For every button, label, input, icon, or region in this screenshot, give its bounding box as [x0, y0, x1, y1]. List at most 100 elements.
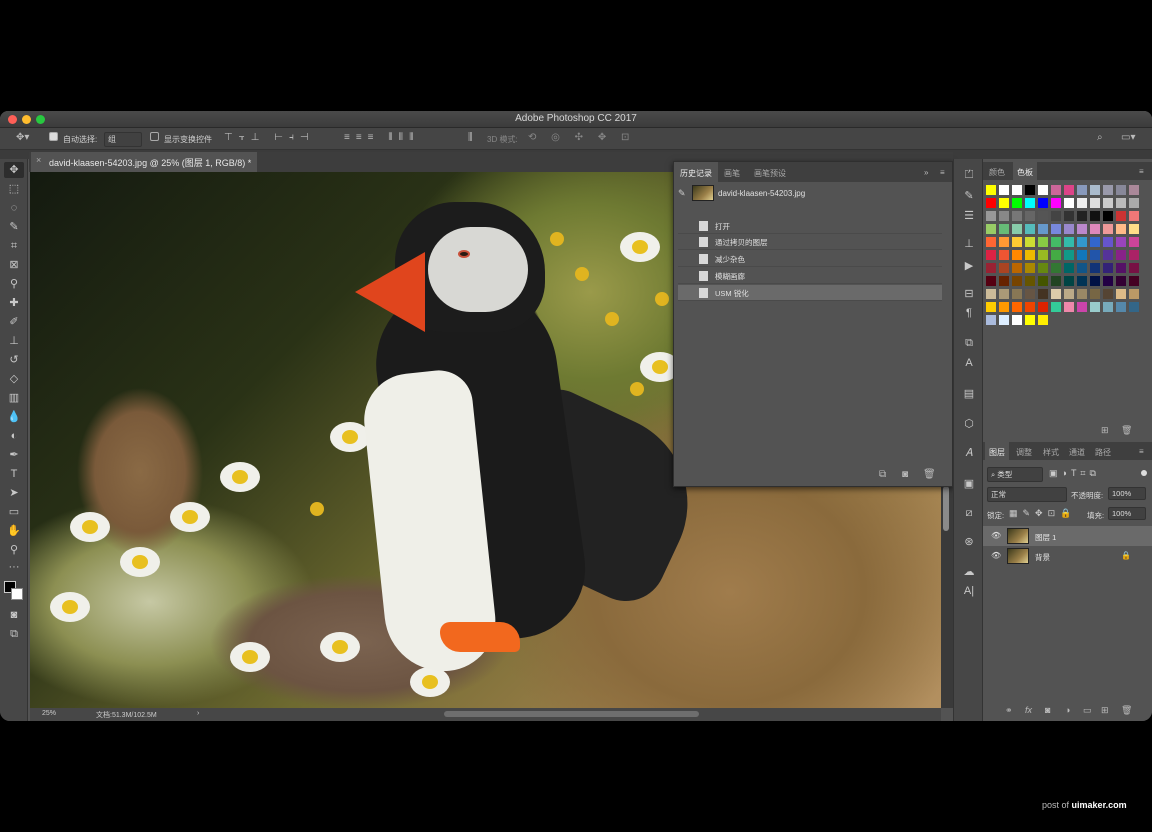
frame-icon[interactable]: ⊠: [4, 257, 24, 273]
color-swatch[interactable]: [1116, 250, 1126, 260]
tab-adjustments[interactable]: 调整: [1016, 442, 1032, 460]
move-tool-preset-icon[interactable]: ✥▾: [16, 132, 29, 143]
color-swatch[interactable]: [1090, 263, 1100, 273]
close-tab-icon[interactable]: ×: [36, 155, 41, 165]
color-swatch[interactable]: [1012, 250, 1022, 260]
color-swatch[interactable]: [1090, 237, 1100, 247]
color-swatch[interactable]: [1129, 185, 1139, 195]
pen-icon[interactable]: ✒: [4, 447, 24, 463]
color-swatch[interactable]: [1103, 276, 1113, 286]
color-swatch[interactable]: [1077, 263, 1087, 273]
tab-brush[interactable]: 画笔: [724, 162, 740, 182]
color-swatch[interactable]: [986, 185, 996, 195]
paragraph-styles-icon[interactable]: A|: [960, 585, 978, 601]
color-swatch[interactable]: [1012, 185, 1022, 195]
link-layers-icon[interactable]: ⚭: [1005, 705, 1013, 716]
distribute-icons[interactable]: ≡≡≡ ⦀⦀⦀: [344, 132, 419, 143]
color-swatch[interactable]: [1129, 250, 1139, 260]
color-swatch[interactable]: [1116, 185, 1126, 195]
color-swatch[interactable]: [1038, 315, 1048, 325]
show-transform-checkbox[interactable]: [150, 132, 159, 142]
quick-mask-icon[interactable]: ◙: [4, 607, 24, 623]
color-swatch[interactable]: [1025, 198, 1035, 208]
color-swatch[interactable]: [1064, 250, 1074, 260]
color-swatch[interactable]: [1077, 185, 1087, 195]
color-swatch[interactable]: [1116, 302, 1126, 312]
color-swatch[interactable]: [986, 224, 996, 234]
tab-brush-presets[interactable]: 画笔预设: [754, 162, 786, 182]
color-swatch[interactable]: [1051, 185, 1061, 195]
eraser-icon[interactable]: ◇: [4, 371, 24, 387]
fx-icon[interactable]: fx: [1025, 705, 1032, 715]
zoom-icon[interactable]: ⚲: [4, 542, 24, 558]
dodge-icon[interactable]: ◐: [4, 428, 24, 444]
color-swatch[interactable]: [1077, 276, 1087, 286]
actions-play-icon[interactable]: ▶: [960, 259, 978, 275]
brush-panel-icon[interactable]: ✎: [960, 189, 978, 205]
paragraph-icon[interactable]: ¶: [960, 307, 978, 323]
color-swatch[interactable]: [986, 211, 996, 221]
color-swatch[interactable]: [986, 276, 996, 286]
history-brush-source-icon[interactable]: ✎: [678, 188, 686, 199]
panel-collapse-icon[interactable]: »: [924, 162, 928, 182]
color-swatch[interactable]: [1129, 302, 1139, 312]
history-panel-icon[interactable]: ⏍: [960, 169, 978, 185]
align-icons[interactable]: ⊤⫟⊥ ⊢⫞⊣: [224, 132, 315, 143]
color-swatch[interactable]: [1129, 224, 1139, 234]
color-swatch[interactable]: [1025, 224, 1035, 234]
layer-comps-icon[interactable]: ⧄: [960, 507, 978, 523]
history-step[interactable]: 打开: [678, 218, 942, 234]
color-swatch[interactable]: [1103, 224, 1113, 234]
tab-paths[interactable]: 路径: [1095, 442, 1111, 460]
screen-mode-icon[interactable]: ⧉: [4, 626, 24, 642]
color-swatch[interactable]: [999, 185, 1009, 195]
color-swatch[interactable]: [986, 237, 996, 247]
color-swatch[interactable]: [999, 211, 1009, 221]
brush-icon[interactable]: ✐: [4, 314, 24, 330]
healing-icon[interactable]: ✚: [4, 295, 24, 311]
color-swatch[interactable]: [1090, 211, 1100, 221]
auto-select-dropdown[interactable]: 组: [104, 132, 142, 147]
color-swatch[interactable]: [1064, 224, 1074, 234]
auto-select-checkbox[interactable]: [49, 132, 58, 142]
color-swatch[interactable]: [999, 224, 1009, 234]
search-icon[interactable]: ⌕: [1097, 132, 1103, 143]
character-icon[interactable]: A: [960, 357, 978, 373]
color-swatch[interactable]: [999, 263, 1009, 273]
color-swatch[interactable]: [1012, 276, 1022, 286]
color-swatch[interactable]: [999, 276, 1009, 286]
layer-filter-dropdown[interactable]: ⌕ 类型: [987, 467, 1043, 482]
blur-icon[interactable]: 💧: [4, 409, 24, 425]
eyedropper-icon[interactable]: ⚲: [4, 276, 24, 292]
panel-menu-icon[interactable]: ≡: [1139, 442, 1144, 460]
color-swatch[interactable]: [1090, 289, 1100, 299]
color-swatch[interactable]: [1038, 289, 1048, 299]
status-menu-arrow[interactable]: ›: [197, 710, 199, 717]
workspace-icon[interactable]: ▭▾: [1121, 132, 1135, 143]
color-swatch[interactable]: [1090, 224, 1100, 234]
new-document-from-state-icon[interactable]: ⧉: [879, 469, 886, 480]
history-snapshot[interactable]: ✎ david-klaasen-54203.jpg: [674, 184, 944, 204]
color-swatch[interactable]: [1116, 276, 1126, 286]
color-swatch[interactable]: [1103, 185, 1113, 195]
color-swatch[interactable]: [1077, 289, 1087, 299]
path-select-icon[interactable]: ➤: [4, 485, 24, 501]
color-swatch[interactable]: [1129, 276, 1139, 286]
color-swatch[interactable]: [1025, 315, 1035, 325]
color-swatch[interactable]: [1051, 237, 1061, 247]
color-swatch[interactable]: [1012, 224, 1022, 234]
horizontal-scroll-thumb[interactable]: [444, 711, 699, 717]
3d-mode-icons[interactable]: ⟲ ◎ ✣ ✥ ⊡: [528, 132, 635, 143]
hand-icon[interactable]: ✋: [4, 523, 24, 539]
layer-filter-icons[interactable]: ▣◑T⌗⧉: [1049, 468, 1100, 479]
new-group-icon[interactable]: ▭: [1083, 705, 1092, 716]
color-swatch[interactable]: [1064, 198, 1074, 208]
color-swatch[interactable]: [1129, 237, 1139, 247]
color-swatch[interactable]: [1077, 198, 1087, 208]
layer-row[interactable]: 👁 背景 🔒: [983, 546, 1152, 566]
color-swatch[interactable]: [1038, 224, 1048, 234]
color-swatch[interactable]: [1025, 302, 1035, 312]
glyphs-icon[interactable]: ⧉: [960, 337, 978, 353]
color-swatch[interactable]: [999, 198, 1009, 208]
color-swatch[interactable]: [1025, 237, 1035, 247]
